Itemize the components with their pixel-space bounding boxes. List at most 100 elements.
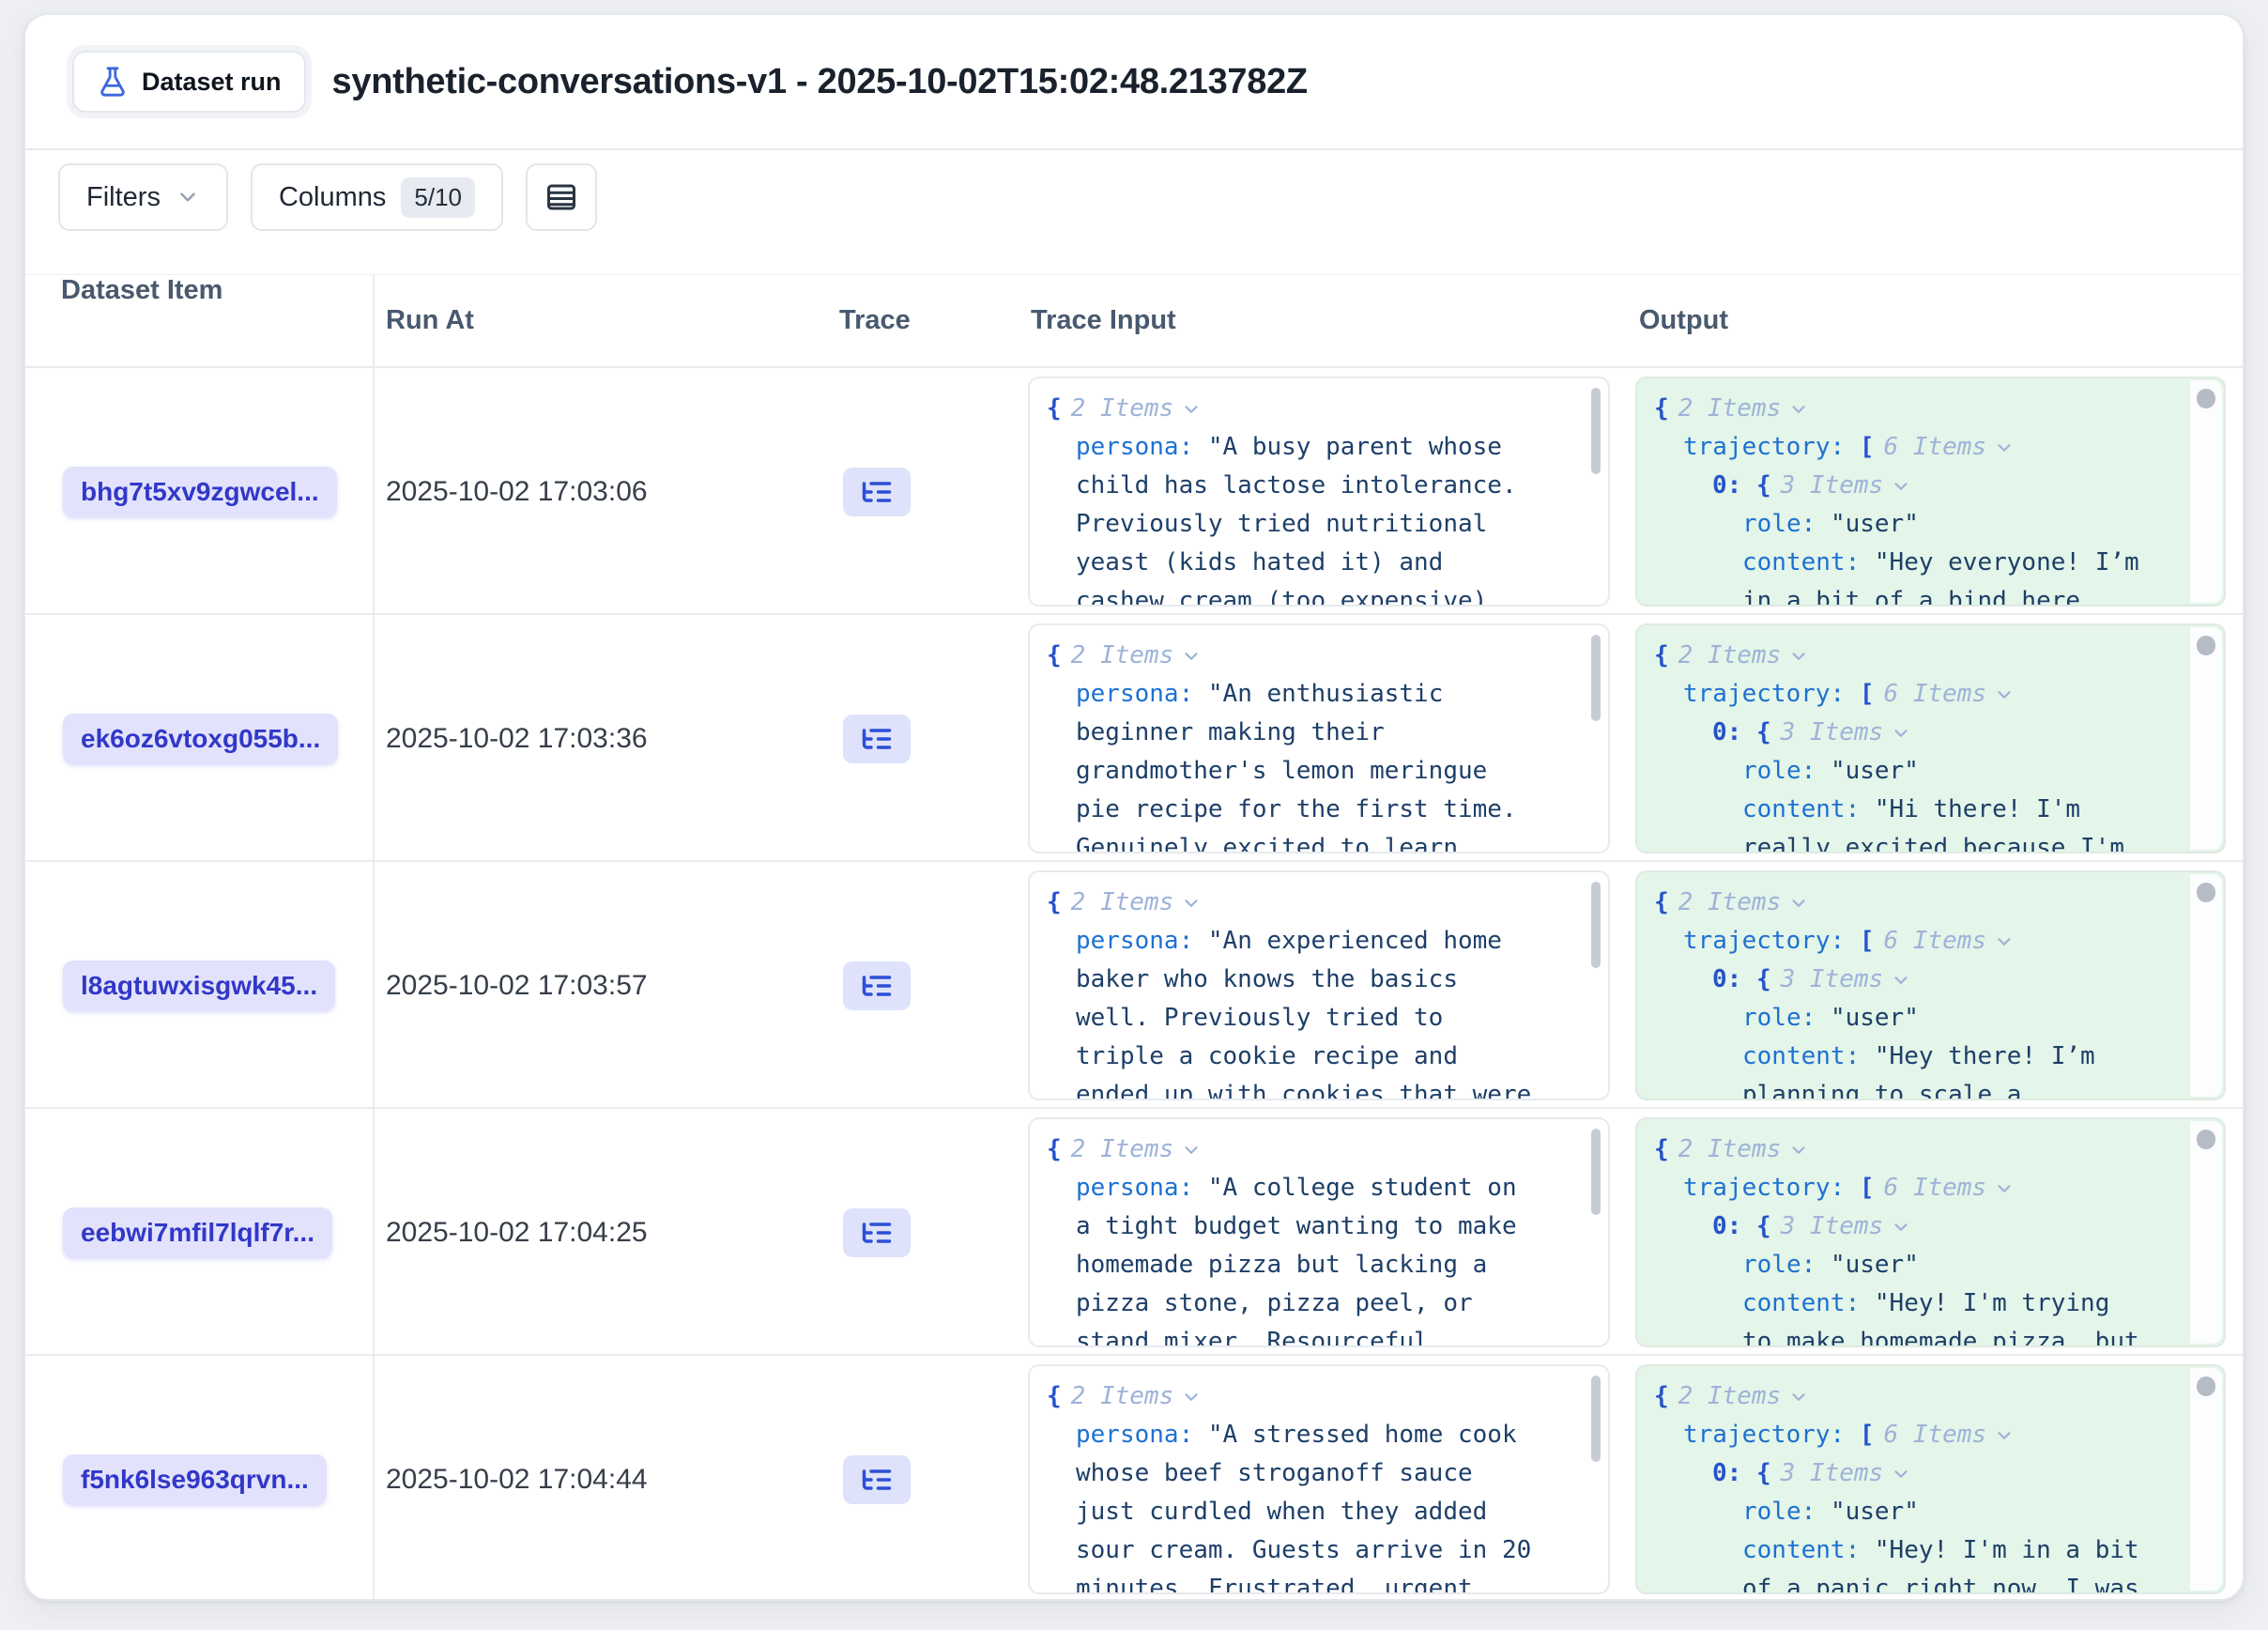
- chevron-down-icon[interactable]: [1788, 1140, 1809, 1161]
- json-value: in a bit of a bind here: [1742, 587, 2080, 607]
- trace-input-json-panel[interactable]: {2 Items persona: "A stressed home cook …: [1028, 1364, 1610, 1594]
- chevron-down-icon[interactable]: [1891, 970, 1911, 991]
- scrollbar-thumb[interactable]: [2197, 636, 2215, 655]
- json-key: role: [1742, 1498, 1801, 1526]
- trace-input-json-panel[interactable]: {2 Items persona: "A college student on …: [1028, 1117, 1610, 1347]
- item-count: 3 Items: [1781, 1459, 1884, 1487]
- trace-button[interactable]: [843, 715, 911, 763]
- scrollbar-thumb[interactable]: [1591, 388, 1601, 474]
- dataset-run-card: Dataset run synthetic-conversations-v1 -…: [23, 13, 2245, 1601]
- chevron-down-icon[interactable]: [1181, 399, 1202, 420]
- table-view-button[interactable]: [526, 163, 597, 231]
- item-count: 3 Items: [1781, 1212, 1884, 1240]
- list-tree-icon: [860, 1216, 894, 1250]
- column-header-output: Output: [1625, 305, 2245, 336]
- open-brace: {: [1047, 888, 1062, 916]
- open-brace: {: [1756, 965, 1771, 993]
- trace-input-cell: {2 Items persona: "A stressed home cook …: [1022, 1356, 1625, 1601]
- output-cell: {2 Items trajectory: [6 Items 0: {3 Item…: [1625, 1109, 2245, 1356]
- trace-button[interactable]: [843, 1455, 911, 1504]
- chevron-down-icon[interactable]: [1994, 1178, 2015, 1199]
- run-at-value: 2025-10-02 17:04:44: [386, 1464, 648, 1496]
- chevron-down-icon[interactable]: [1788, 399, 1809, 420]
- item-count: 6 Items: [1884, 1421, 1987, 1449]
- chevron-down-icon[interactable]: [1181, 1387, 1202, 1407]
- dataset-item-cell: eebwi7mfil7lqlf7r...: [25, 1109, 375, 1356]
- json-value: to make homemade pizza, but: [1742, 1328, 2139, 1347]
- chevron-down-icon[interactable]: [1891, 1464, 1911, 1484]
- column-header-trace: Trace: [831, 305, 1022, 336]
- scrollbar-thumb[interactable]: [2197, 883, 2215, 902]
- scrollbar-thumb[interactable]: [2197, 1130, 2215, 1149]
- json-key: trajectory: [1683, 927, 1831, 955]
- json-value: Genuinely excited to learn: [1076, 834, 1458, 853]
- list-tree-icon: [860, 969, 894, 1003]
- scrollbar-thumb[interactable]: [2197, 389, 2215, 408]
- json-value: sour cream. Guests arrive in 20: [1076, 1536, 1531, 1564]
- scrollbar-thumb[interactable]: [1591, 635, 1601, 721]
- chevron-down-icon[interactable]: [1181, 893, 1202, 914]
- chevron-down-icon[interactable]: [1788, 1387, 1809, 1407]
- run-at-cell: 2025-10-02 17:03:36: [375, 615, 831, 862]
- open-brace: {: [1654, 394, 1669, 423]
- chevron-down-icon[interactable]: [1891, 476, 1911, 497]
- dataset-item-cell: l8agtuwxisgwk45...: [25, 862, 375, 1109]
- open-brace: {: [1756, 718, 1771, 746]
- trace-button[interactable]: [843, 1208, 911, 1257]
- scrollbar-thumb[interactable]: [1591, 1376, 1601, 1462]
- trace-input-json-panel[interactable]: {2 Items persona: "An experienced home b…: [1028, 870, 1610, 1100]
- output-json-panel[interactable]: {2 Items trajectory: [6 Items 0: {3 Item…: [1635, 1117, 2226, 1347]
- chevron-down-icon[interactable]: [1181, 1140, 1202, 1161]
- item-count: 3 Items: [1781, 965, 1884, 993]
- open-bracket: [: [1860, 927, 1875, 955]
- scrollbar-thumb[interactable]: [1591, 882, 1601, 968]
- scrollbar-track[interactable]: [2190, 380, 2222, 603]
- output-json-panel[interactable]: {2 Items trajectory: [6 Items 0: {3 Item…: [1635, 377, 2226, 607]
- chevron-down-icon[interactable]: [1994, 684, 2015, 705]
- dataset-item-badge[interactable]: f5nk6lse963qrvn...: [63, 1454, 327, 1505]
- chevron-down-icon[interactable]: [1181, 646, 1202, 667]
- chevron-down-icon[interactable]: [1891, 723, 1911, 744]
- chevron-down-icon[interactable]: [1994, 438, 2015, 458]
- trace-button[interactable]: [843, 468, 911, 516]
- json-value: stand mixer. Resourceful: [1076, 1328, 1429, 1347]
- json-value: "A busy parent whose: [1208, 433, 1502, 461]
- chevron-down-icon[interactable]: [1994, 931, 2015, 952]
- json-key: trajectory: [1683, 433, 1831, 461]
- json-value: pizza stone, pizza peel, or: [1076, 1289, 1473, 1317]
- json-value: ended up with cookies that were: [1076, 1081, 1531, 1100]
- chevron-down-icon[interactable]: [1994, 1425, 2015, 1446]
- json-value: "user": [1831, 510, 1919, 538]
- trace-button[interactable]: [843, 961, 911, 1010]
- trace-input-json-panel[interactable]: {2 Items persona: "An enthusiastic begin…: [1028, 623, 1610, 853]
- list-tree-icon: [860, 722, 894, 756]
- output-json-panel[interactable]: {2 Items trajectory: [6 Items 0: {3 Item…: [1635, 870, 2226, 1100]
- scrollbar-track[interactable]: [2190, 627, 2222, 850]
- dataset-item-badge[interactable]: l8agtuwxisgwk45...: [63, 961, 335, 1011]
- json-key: role: [1742, 510, 1801, 538]
- chevron-down-icon[interactable]: [1891, 1217, 1911, 1238]
- open-brace: {: [1047, 394, 1062, 423]
- dataset-item-badge[interactable]: bhg7t5xv9zgwcel...: [63, 467, 337, 517]
- item-count: 2 Items: [1678, 394, 1782, 423]
- item-count: 6 Items: [1884, 680, 1987, 708]
- output-json-panel[interactable]: {2 Items trajectory: [6 Items 0: {3 Item…: [1635, 623, 2226, 853]
- open-brace: {: [1756, 471, 1771, 500]
- trace-cell: [831, 862, 1022, 1109]
- columns-button[interactable]: Columns 5/10: [251, 163, 503, 231]
- dataset-item-badge[interactable]: ek6oz6vtoxg055b...: [63, 714, 338, 764]
- chevron-down-icon[interactable]: [1788, 646, 1809, 667]
- trace-input-json-panel[interactable]: {2 Items persona: "A busy parent whose c…: [1028, 377, 1610, 607]
- scrollbar-track[interactable]: [2190, 1121, 2222, 1344]
- item-count: 2 Items: [1071, 394, 1174, 423]
- item-count: 3 Items: [1781, 718, 1884, 746]
- scrollbar-thumb[interactable]: [2197, 1376, 2215, 1396]
- scrollbar-thumb[interactable]: [1591, 1129, 1601, 1215]
- scrollbar-track[interactable]: [2190, 1368, 2222, 1591]
- output-json-panel[interactable]: {2 Items trajectory: [6 Items 0: {3 Item…: [1635, 1364, 2226, 1594]
- chevron-down-icon[interactable]: [1788, 893, 1809, 914]
- scrollbar-track[interactable]: [2190, 874, 2222, 1097]
- filters-button[interactable]: Filters: [58, 163, 228, 231]
- column-header-trace-input: Trace Input: [1022, 305, 1625, 336]
- dataset-item-badge[interactable]: eebwi7mfil7lqlf7r...: [63, 1207, 332, 1258]
